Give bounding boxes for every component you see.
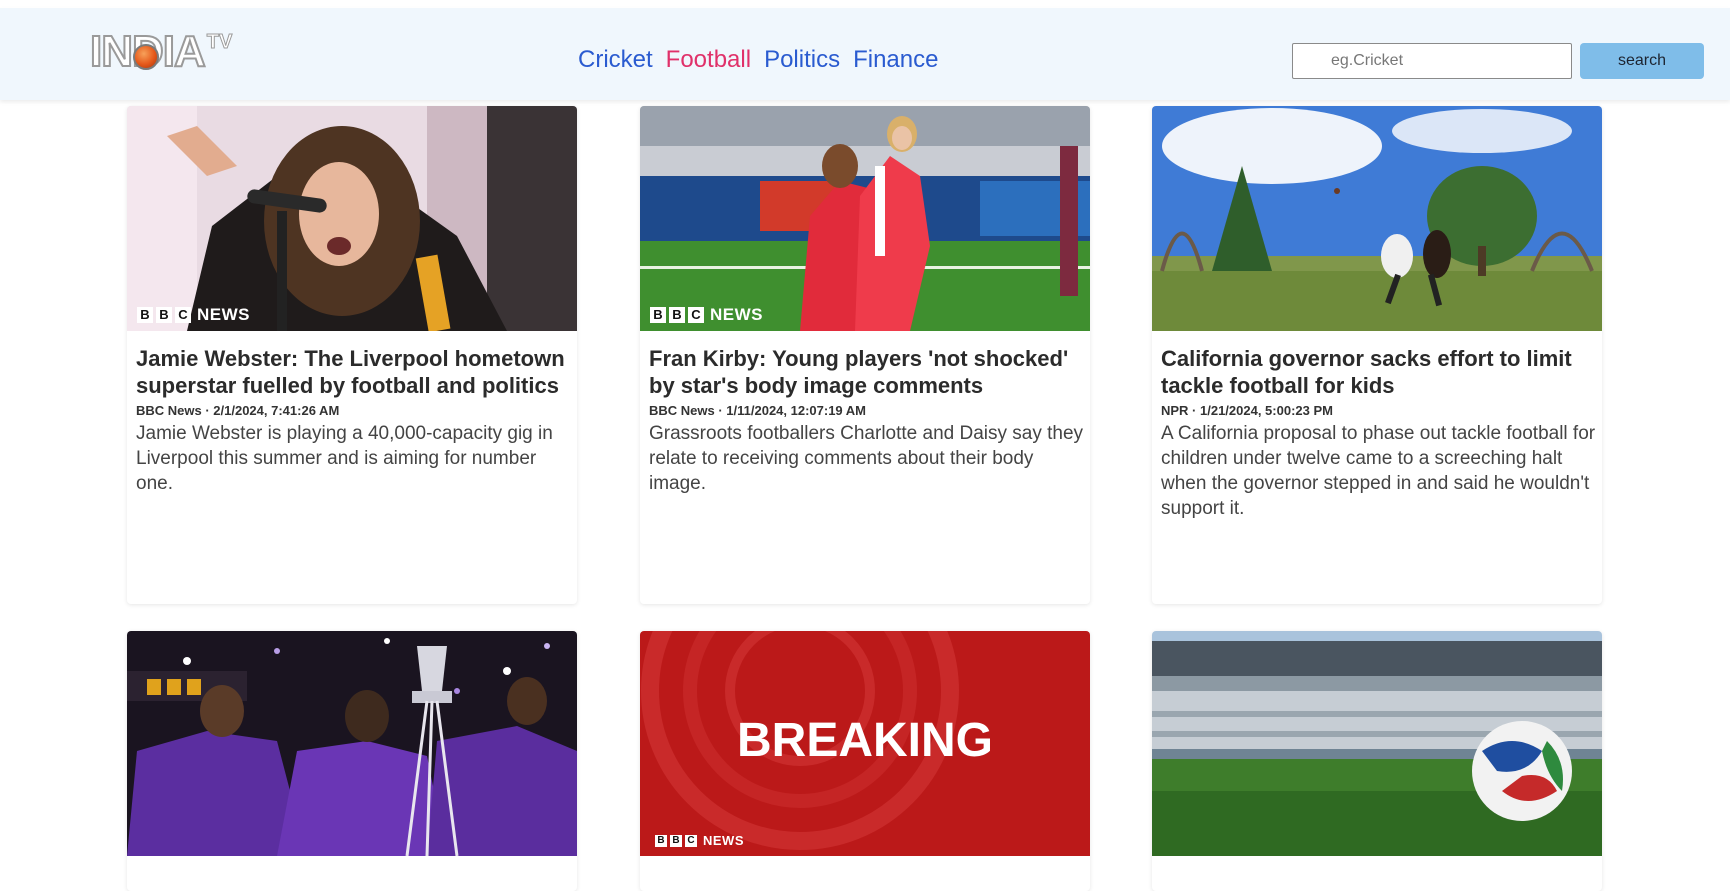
trophy-celebration-photo [127, 631, 577, 856]
article-image[interactable]: B B C NEWS [127, 106, 577, 331]
article-meta: NPR · 1/21/2024, 5:00:23 PM [1161, 403, 1333, 418]
logo-tv-mark: TV [206, 31, 233, 53]
nav-item-football[interactable]: Football [666, 46, 751, 74]
india-tv-logo[interactable]: INDIA TV [89, 29, 233, 75]
article-image[interactable] [1152, 106, 1602, 331]
article-meta: BBC News · 1/11/2024, 12:07:19 AM [649, 403, 867, 418]
news-card[interactable]: B B C NEWS Jamie Webster: The Liverpool … [127, 106, 577, 604]
article-image[interactable]: BREAKING B B C NEWS [640, 631, 1090, 856]
article-meta: BBC News · 2/1/2024, 7:41:26 AM [136, 403, 340, 418]
article-image[interactable] [1152, 631, 1602, 856]
breaking-label: BREAKING [736, 714, 993, 767]
nav-item-cricket[interactable]: Cricket [578, 46, 653, 74]
article-description: Grassroots footballers Charlotte and Dai… [649, 423, 1084, 494]
article-description: A California proposal to phase out tackl… [1161, 423, 1596, 519]
news-card[interactable] [1152, 631, 1602, 891]
news-card[interactable]: B B C NEWS Fran Kirby: Young players 'no… [640, 106, 1090, 604]
park-football-photo [1152, 106, 1602, 331]
category-nav: Cricket Football Politics Finance [578, 46, 938, 74]
singer-photo [127, 106, 577, 331]
article-description: Jamie Webster is playing a 40,000-capaci… [136, 423, 553, 494]
stadium-ball-photo [1152, 631, 1602, 856]
nav-item-politics[interactable]: Politics [764, 46, 840, 74]
article-title[interactable]: Jamie Webster: The Liverpool hometown su… [136, 345, 573, 399]
site-header: INDIA TV Cricket Football Politics Finan… [0, 8, 1730, 100]
footballers-photo [640, 106, 1090, 331]
bbc-news-logo: B B C NEWS [137, 305, 250, 325]
article-image[interactable]: B B C NEWS [640, 106, 1090, 331]
search-input[interactable] [1292, 43, 1572, 79]
bbc-news-logo: B B C NEWS [650, 305, 763, 325]
globe-icon [133, 44, 159, 70]
bbc-news-logo: B B C NEWS [655, 833, 744, 848]
nav-item-finance[interactable]: Finance [853, 46, 938, 74]
article-image[interactable] [127, 631, 577, 856]
news-card[interactable] [127, 631, 577, 891]
article-title[interactable]: California governor sacks effort to limi… [1161, 345, 1598, 399]
news-card[interactable]: California governor sacks effort to limi… [1152, 106, 1602, 604]
news-card[interactable]: BREAKING B B C NEWS [640, 631, 1090, 891]
search-button[interactable]: search [1580, 43, 1704, 79]
article-title[interactable]: Fran Kirby: Young players 'not shocked' … [649, 345, 1086, 399]
